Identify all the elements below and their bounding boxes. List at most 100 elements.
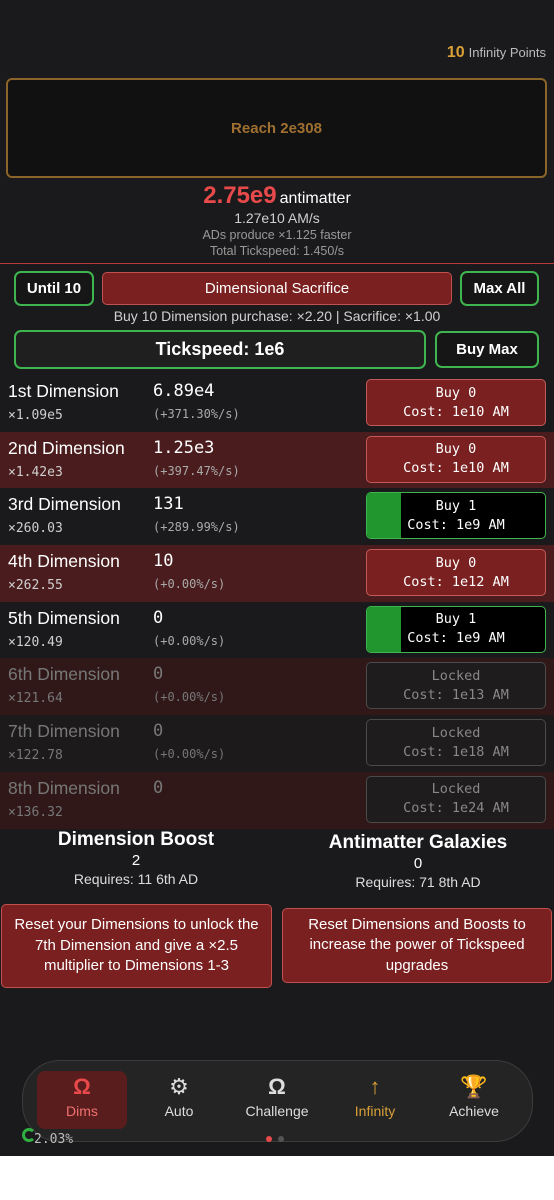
dimension-amount: 0 xyxy=(153,664,164,685)
dimension-boost-title: Dimension Boost xyxy=(57,829,215,850)
dimension-buy-button[interactable]: Buy 0 Cost: 1e12 AM xyxy=(366,549,546,597)
dimension-multiplier: ×121.64 xyxy=(8,691,63,707)
dimension-rate: (+371.30%/s) xyxy=(153,407,240,421)
nav-label: Challenge xyxy=(245,1103,309,1119)
dimension-rate: (+0.00%/s) xyxy=(153,577,226,592)
dimension-multiplier: ×122.78 xyxy=(8,748,63,764)
dimension-amount: 0 xyxy=(153,721,164,742)
galaxies-title: Antimatter Galaxies xyxy=(328,832,508,853)
tickspeed-button[interactable]: Tickspeed: 1e6 xyxy=(14,330,426,369)
antimatter-value: 2.75e9 xyxy=(203,182,277,209)
dimension-name: 5th Dimension xyxy=(8,607,120,628)
arrow-up-icon: ↑ xyxy=(369,1074,381,1099)
dimension-multiplier: ×260.03 xyxy=(8,521,63,537)
cost-label: Cost: 1e12 AM xyxy=(403,573,509,590)
dimension-row-7: 7th Dimension ×122.78 0 (+0.00%/s) Locke… xyxy=(0,715,554,772)
ad-produce-text: ADs produce ×1.125 faster xyxy=(202,228,352,242)
dimension-buy-button[interactable]: Buy 0 Cost: 1e10 AM xyxy=(366,379,546,426)
buy-max-button[interactable]: Buy Max xyxy=(435,331,539,368)
locked-label: Locked xyxy=(431,724,481,741)
total-tickspeed: Total Tickspeed: 1.450/s xyxy=(209,244,345,258)
dimension-name: 3rd Dimension xyxy=(8,494,121,515)
nav-challenge[interactable]: Ω Challenge xyxy=(232,1071,322,1129)
dimension-multiplier: ×1.42e3 xyxy=(8,464,63,480)
dimension-multiplier: ×136.32 xyxy=(8,804,63,820)
progress-text: 2.03% xyxy=(34,1132,74,1147)
dimension-name: 6th Dimension xyxy=(8,664,120,685)
nav-auto[interactable]: ⚙ Auto xyxy=(134,1071,224,1129)
nav-infinity[interactable]: ↑ Infinity xyxy=(330,1071,420,1129)
dimension-name: 8th Dimension xyxy=(8,777,120,798)
dimension-amount: 6.89e4 xyxy=(153,381,215,401)
galaxies-count: 0 xyxy=(413,855,423,872)
dimension-name: 4th Dimension xyxy=(8,551,120,572)
nav-achieve[interactable]: 🏆 Achieve xyxy=(429,1071,519,1129)
dimension-amount: 0 xyxy=(153,607,164,628)
antimatter-unit: antimatter xyxy=(279,190,351,207)
dimension-buy-button[interactable]: Buy 1 Cost: 1e9 AM xyxy=(366,492,546,540)
dimension-locked-button[interactable]: Locked Cost: 1e24 AM xyxy=(366,775,546,823)
nav-label: Dims xyxy=(66,1103,98,1119)
dimension-locked-button[interactable]: Locked Cost: 1e18 AM xyxy=(366,719,546,767)
dimension-row-1: 1st Dimension ×1.09e5 6.89e4 (+371.30%/s… xyxy=(0,375,554,432)
dimension-locked-button[interactable]: Locked Cost: 1e13 AM xyxy=(366,662,546,710)
divider xyxy=(0,263,554,264)
page-dot-active[interactable] xyxy=(266,1136,272,1142)
buy-progress-fill xyxy=(367,493,401,539)
buy-label: Buy 0 xyxy=(435,384,477,401)
infinity-points-value: 10 xyxy=(446,44,465,61)
buy-label: Buy 1 xyxy=(435,497,477,514)
max-all-button[interactable]: Max All xyxy=(460,271,539,306)
infinity-points-label: Infinity Points xyxy=(468,45,546,60)
big-crunch-button[interactable]: Reach 2e308 xyxy=(6,78,547,178)
dimension-amount: 10 xyxy=(153,551,174,572)
dimension-rate: (+0.00%/s) xyxy=(153,690,226,705)
dimension-row-6: 6th Dimension ×121.64 0 (+0.00%/s) Locke… xyxy=(0,658,554,716)
cost-label: Cost: 1e9 AM xyxy=(407,516,505,533)
dimension-rate: (+0.00%/s) xyxy=(153,747,226,762)
dimension-boost-requirement: Requires: 11 6th AD xyxy=(73,871,199,887)
page-indicator xyxy=(266,1136,284,1142)
nav-label: Infinity xyxy=(354,1103,396,1119)
antimatter-display: 2.75e9 antimatter xyxy=(0,182,554,210)
gear-icon: ⚙ xyxy=(169,1074,189,1099)
buy-label: Buy 1 xyxy=(435,611,477,628)
dimension-rate: (+289.99%/s) xyxy=(153,520,240,535)
trophy-icon: 🏆 xyxy=(460,1074,488,1099)
dimension-row-2: 2nd Dimension ×1.42e3 1.25e3 (+397.47%/s… xyxy=(0,431,554,489)
locked-label: Locked xyxy=(431,781,481,798)
dimension-multiplier: ×262.55 xyxy=(8,578,63,594)
dimension-row-4: 4th Dimension ×262.55 10 (+0.00%/s) Buy … xyxy=(0,545,554,602)
dimension-list: 1st Dimension ×1.09e5 6.89e4 (+371.30%/s… xyxy=(0,375,554,829)
dimension-boost-button[interactable]: Reset your Dimensions to unlock the 7th … xyxy=(1,904,272,988)
system-bottom-bar xyxy=(0,1156,554,1200)
dimension-name: 1st Dimension xyxy=(8,381,119,401)
nav-label: Achieve xyxy=(449,1103,499,1119)
dimension-boost-count: 2 xyxy=(131,852,141,869)
until-10-button[interactable]: Until 10 xyxy=(14,271,94,306)
dimension-multiplier: ×120.49 xyxy=(8,634,63,650)
bottom-nav: Ω Dims ⚙ Auto Ω Challenge ↑ Infinity 🏆 A… xyxy=(22,1060,533,1142)
omega-icon: Ω xyxy=(73,1074,91,1099)
dimension-buy-button[interactable]: Buy 0 Cost: 1e10 AM xyxy=(366,435,546,483)
nav-dims[interactable]: Ω Dims xyxy=(37,1071,127,1129)
cost-label: Cost: 1e24 AM xyxy=(403,800,509,817)
galaxies-requirement: Requires: 71 8th AD xyxy=(355,874,481,890)
dimension-row-5: 5th Dimension ×120.49 0 (+0.00%/s) Buy 1… xyxy=(0,601,554,659)
buy-label: Buy 0 xyxy=(435,554,477,571)
page-dot[interactable] xyxy=(278,1136,284,1142)
dimension-multiplier: ×1.09e5 xyxy=(8,408,63,423)
dimension-row-8: 8th Dimension ×136.32 0 Locked Cost: 1e2… xyxy=(0,771,554,829)
cost-label: Cost: 1e9 AM xyxy=(407,630,505,647)
dimension-buy-button[interactable]: Buy 1 Cost: 1e9 AM xyxy=(366,605,546,653)
dimension-rate: (+397.47%/s) xyxy=(153,463,240,478)
dimension-rate: (+0.00%/s) xyxy=(153,633,226,648)
dimension-name: 7th Dimension xyxy=(8,721,120,742)
reach-label: Reach 2e308 xyxy=(231,119,322,137)
locked-label: Locked xyxy=(431,667,481,684)
cost-label: Cost: 1e10 AM xyxy=(403,403,509,420)
antimatter-galaxy-button[interactable]: Reset Dimensions and Boosts to increase … xyxy=(282,908,552,983)
dimensional-sacrifice-button[interactable]: Dimensional Sacrifice xyxy=(102,272,452,305)
dimension-amount: 131 xyxy=(153,494,184,515)
dimension-amount: 0 xyxy=(153,777,164,798)
